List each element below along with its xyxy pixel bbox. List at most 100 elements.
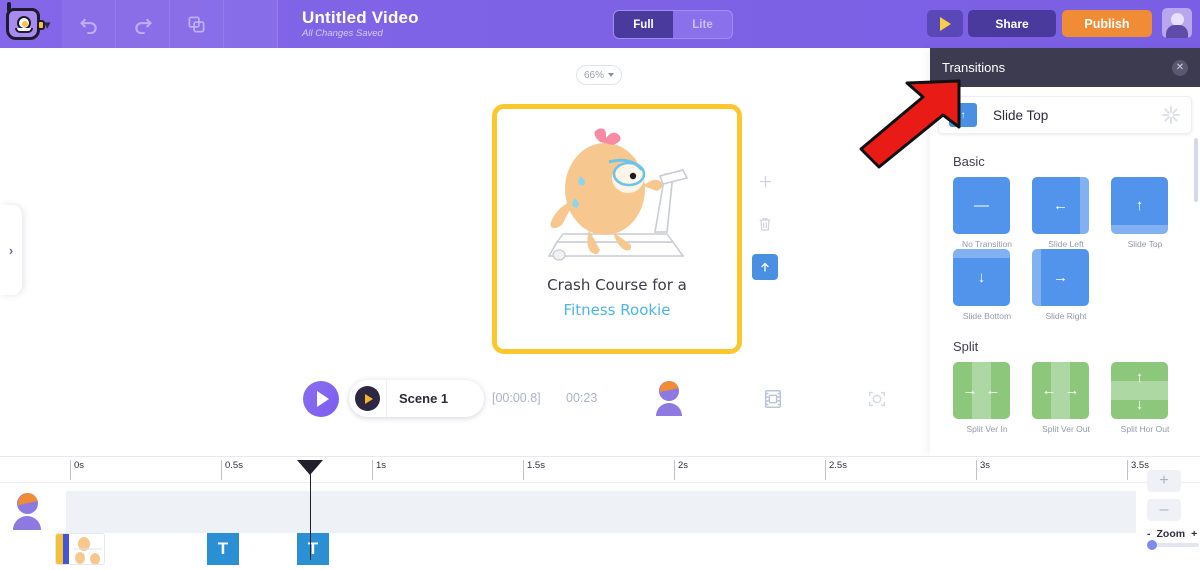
zoom-minus-label[interactable]: - <box>1147 528 1151 540</box>
transition-label: Slide Top <box>1127 239 1163 249</box>
undo-icon <box>79 18 97 34</box>
timeline-track[interactable] <box>66 491 1136 533</box>
transition-tile[interactable]: ↑ <box>1111 177 1168 234</box>
scene-name-label: Scene 1 <box>399 391 449 406</box>
transition-option[interactable]: ↑ Slide Top <box>1111 177 1190 249</box>
transition-button[interactable] <box>752 254 778 280</box>
scene-thumbnail-clip[interactable] <box>55 533 105 565</box>
pinwheel-icon <box>1161 105 1181 125</box>
mode-full-button[interactable]: Full <box>614 11 673 38</box>
redo-button[interactable] <box>116 0 170 48</box>
transition-tile[interactable]: — <box>953 177 1010 234</box>
transition-option[interactable]: — No Transition <box>953 177 1032 249</box>
timeline-playhead[interactable] <box>297 460 323 560</box>
scenes-filmstrip-button[interactable] <box>762 388 784 415</box>
transition-tile-stripe <box>1080 177 1089 234</box>
left-panel-expand-handle[interactable]: › <box>0 205 22 295</box>
transition-glyph: → <box>1053 269 1068 286</box>
trash-icon <box>759 218 771 231</box>
character-track-avatar[interactable] <box>12 493 42 530</box>
slide-canvas[interactable]: Crash Course for a Fitness Rookie <box>492 104 742 354</box>
timeline-zoom-slider-knob[interactable] <box>1147 540 1157 550</box>
transition-glyph: ↓ <box>977 269 986 286</box>
duplicate-icon <box>188 16 205 32</box>
slide-caption-line2: Fitness Rookie <box>563 301 671 319</box>
transition-tile[interactable]: ← <box>1032 177 1089 234</box>
transition-label: Slide Left <box>1048 239 1084 249</box>
selected-transition-row[interactable]: ↑ Slide Top <box>938 96 1192 134</box>
transition-tile[interactable]: ← → <box>1032 362 1089 419</box>
text-clip-chip[interactable]: T <box>207 533 239 565</box>
transitions-list[interactable]: Basic — No Transition ← Slide Left ↑ Slide Top… <box>930 136 1200 456</box>
redo-icon <box>134 18 152 34</box>
transition-glyph: ← <box>1053 197 1068 214</box>
timeline-tick: 3.5s <box>1127 460 1149 480</box>
transition-grid: → ← Split Ver In ← → Split Ver Out ↑ ↓ Split Hor… <box>930 362 1200 434</box>
transition-glyph: ← → <box>1041 382 1080 399</box>
play-icon <box>939 16 951 31</box>
timeline-zoom-in-button[interactable]: + <box>1147 470 1181 492</box>
timeline-tick: 2.5s <box>825 460 847 480</box>
add-scene-button[interactable] <box>752 168 778 194</box>
publish-button[interactable]: Publish <box>1062 10 1152 37</box>
transition-glyph: → ← <box>962 382 1001 399</box>
timeline-zoom-out-button[interactable]: – <box>1147 499 1181 521</box>
scene-selector[interactable]: Scene 1 <box>349 380 484 417</box>
transition-option[interactable]: → Slide Right <box>1032 249 1111 321</box>
timeline-tick: 1s <box>372 460 386 480</box>
transition-group-title: Basic <box>953 154 985 169</box>
transition-option[interactable]: ↑ ↓ Split Hor Out <box>1111 362 1190 434</box>
transition-option[interactable]: → ← Split Ver In <box>953 362 1032 434</box>
clip-preview-icon <box>74 537 102 564</box>
timeline: 0s 0.5s 1s 1.5s 2s 2.5s 3s 3.5s <box>0 456 1200 570</box>
close-icon[interactable]: ✕ <box>1172 59 1188 76</box>
focus-button[interactable] <box>866 388 888 415</box>
scene-play-button[interactable] <box>303 381 339 417</box>
canvas-zoom-selector[interactable]: 66% <box>576 65 622 85</box>
transition-tile[interactable]: → <box>1032 249 1089 306</box>
transition-glyph: ↑ ↓ <box>1135 368 1144 413</box>
timeline-zoom-slider[interactable] <box>1147 540 1199 550</box>
mode-toggle[interactable]: Full Lite <box>613 10 733 39</box>
current-time-label: [00:00.8] <box>492 391 541 405</box>
video-title-block[interactable]: Untitled Video All Changes Saved <box>302 7 419 39</box>
add-icon <box>759 175 771 187</box>
transition-option[interactable]: ← → Split Ver Out <box>1032 362 1111 434</box>
undo-button[interactable] <box>62 0 116 48</box>
transition-label: Slide Right <box>1045 311 1087 321</box>
zoom-plus-label[interactable]: + <box>1191 528 1197 540</box>
transition-option[interactable]: ↓ Slide Bottom <box>953 249 1032 321</box>
slide-caption-line1: Crash Course for a <box>547 276 687 294</box>
scene-play-small-button[interactable] <box>355 386 380 411</box>
mascot-logo-icon <box>6 2 45 40</box>
video-editor-app: ▾ Untitled Video All Changes Saved Full … <box>0 0 1200 570</box>
transition-tile[interactable]: → ← <box>953 362 1010 419</box>
selected-transition-name: Slide Top <box>993 107 1049 123</box>
transition-label: No Transition <box>961 239 1013 249</box>
transition-tile[interactable]: ↓ <box>953 249 1010 306</box>
duplicate-button[interactable] <box>170 0 224 48</box>
panel-header: Transitions ✕ <box>930 48 1200 87</box>
filmstrip-icon <box>764 390 782 408</box>
account-avatar[interactable] <box>1162 8 1192 38</box>
share-button[interactable]: Share <box>968 10 1056 37</box>
panel-scrollbar[interactable] <box>1194 138 1198 202</box>
focus-icon <box>868 391 886 407</box>
preview-play-button[interactable] <box>927 10 963 37</box>
text-clip-chip[interactable]: T <box>297 533 329 565</box>
mode-lite-button[interactable]: Lite <box>673 11 732 38</box>
video-title: Untitled Video <box>302 7 419 27</box>
arrow-up-icon <box>761 262 769 272</box>
timeline-zoom-controls: + – - Zoom + <box>1147 470 1199 550</box>
transition-label: Split Hor Out <box>1120 424 1170 434</box>
timeline-ruler[interactable]: 0s 0.5s 1s 1.5s 2s 2.5s 3s 3.5s <box>0 457 1200 483</box>
timeline-tick: 0.5s <box>221 460 243 480</box>
chevron-down-icon <box>608 73 614 77</box>
delete-scene-button[interactable] <box>752 211 778 237</box>
transition-option[interactable]: ← Slide Left <box>1032 177 1111 249</box>
panel-title: Transitions <box>942 60 1006 75</box>
logo-button[interactable]: ▾ <box>0 0 62 48</box>
character-icon[interactable] <box>655 381 683 416</box>
zoom-label: Zoom <box>1156 528 1186 540</box>
transition-tile[interactable]: ↑ ↓ <box>1111 362 1168 419</box>
